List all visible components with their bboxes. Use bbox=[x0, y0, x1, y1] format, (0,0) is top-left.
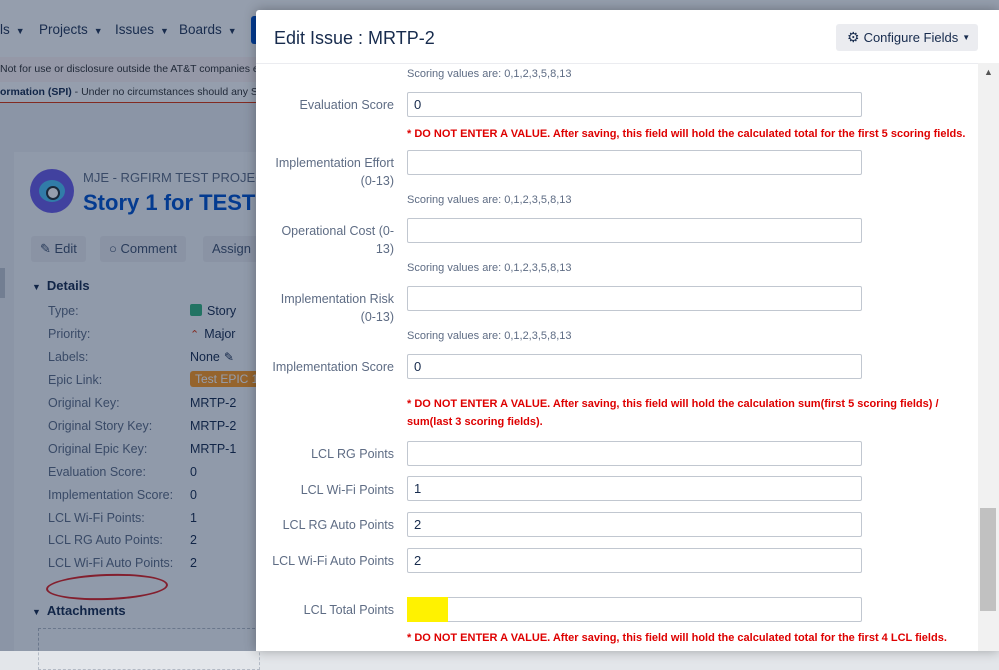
field-label: Evaluation Score bbox=[299, 98, 394, 112]
configure-fields-button[interactable]: ⚙ Configure Fields ▼ bbox=[836, 24, 978, 51]
field-label: Implementation Risk (0-13) bbox=[280, 292, 394, 324]
lcl-wifi-auto-points-input[interactable] bbox=[407, 548, 862, 573]
lcl-wifi-points-input[interactable] bbox=[407, 476, 862, 501]
field-warning: * DO NOT ENTER A VALUE. After saving, th… bbox=[407, 398, 939, 428]
dialog-title: Edit Issue : MRTP-2 bbox=[274, 28, 435, 48]
field-help: Scoring values are: 0,1,2,3,5,8,13 bbox=[407, 68, 572, 80]
lcl-rg-points-input[interactable] bbox=[407, 441, 862, 466]
scroll-up-arrow-icon[interactable]: ▲ bbox=[984, 67, 993, 77]
lcl-rg-auto-points-input[interactable] bbox=[407, 512, 862, 537]
field-label: Implementation Score bbox=[272, 360, 394, 374]
field-label: LCL RG Auto Points bbox=[282, 518, 394, 532]
field-help: Scoring values are: 0,1,2,3,5,8,13 bbox=[407, 262, 572, 274]
field-label: · · · bbox=[264, 64, 394, 69]
field-label: LCL RG Points bbox=[311, 447, 394, 461]
lcl-total-points-input[interactable] bbox=[407, 597, 862, 622]
implementation-risk-input[interactable] bbox=[407, 286, 862, 311]
field-label: Implementation Effort (0-13) bbox=[275, 156, 394, 188]
field-warning: * DO NOT ENTER A VALUE. After saving, th… bbox=[407, 632, 947, 644]
dialog-header: Edit Issue : MRTP-2 ⚙ Configure Fields ▼ bbox=[256, 10, 999, 64]
evaluation-score-input[interactable] bbox=[407, 92, 862, 117]
field-label: LCL Wi-Fi Auto Points bbox=[272, 554, 394, 568]
scrollbar-thumb[interactable] bbox=[980, 508, 996, 611]
edit-issue-dialog: Edit Issue : MRTP-2 ⚙Configure Fields▼ ·… bbox=[256, 10, 999, 651]
dialog-body[interactable]: · · · Scoring values are: 0,1,2,3,5,8,13… bbox=[256, 64, 978, 651]
field-help: Scoring values are: 0,1,2,3,5,8,13 bbox=[407, 194, 572, 206]
implementation-effort-input[interactable] bbox=[407, 150, 862, 175]
field-label: Operational Cost (0-13) bbox=[281, 224, 394, 256]
operational-cost-input[interactable] bbox=[407, 218, 862, 243]
field-help: Scoring values are: 0,1,2,3,5,8,13 bbox=[407, 330, 572, 342]
field-warning: * DO NOT ENTER A VALUE. After saving, th… bbox=[407, 128, 966, 140]
field-label: LCL Wi-Fi Points bbox=[300, 483, 394, 497]
lcl-total-points-row bbox=[256, 597, 978, 622]
gear-icon: ⚙ bbox=[847, 29, 860, 45]
implementation-score-input[interactable] bbox=[407, 354, 862, 379]
caret-down-icon: ▼ bbox=[962, 33, 971, 42]
yellow-highlight bbox=[407, 597, 448, 622]
